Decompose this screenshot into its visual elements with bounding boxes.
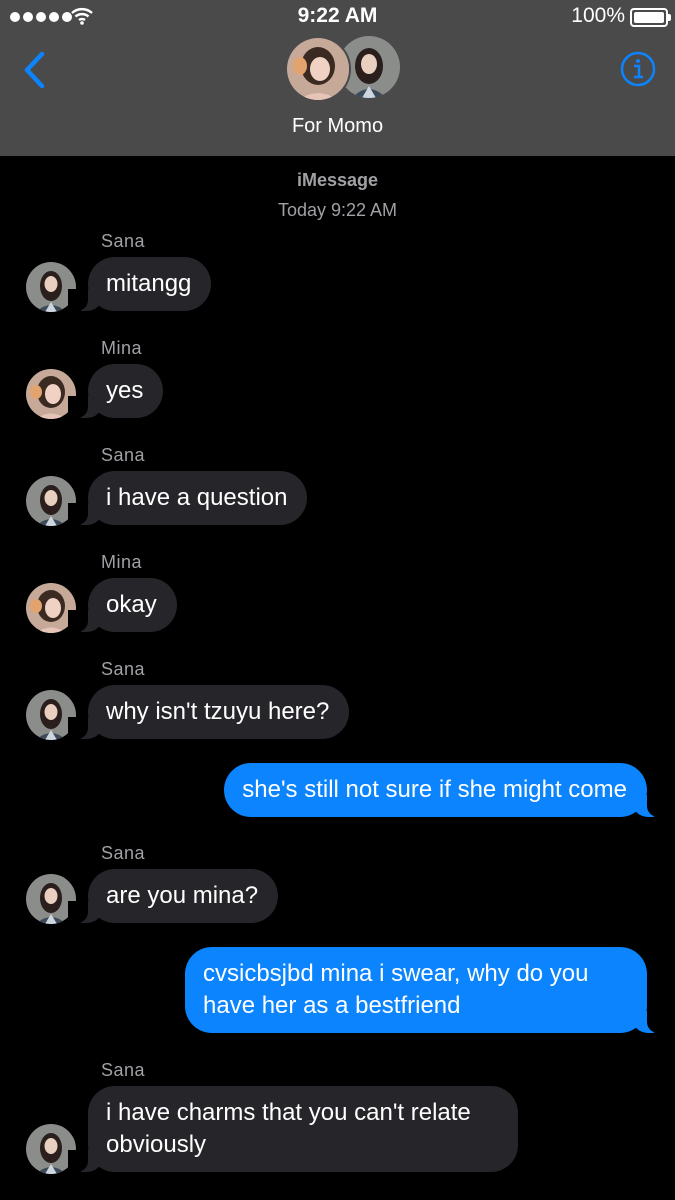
message-timestamp: Today 9:22 AM xyxy=(277,200,398,220)
info-icon[interactable] xyxy=(620,51,656,87)
conversation-title[interactable]: For Momo xyxy=(0,115,675,138)
incoming-message-bubble[interactable]: i have a question xyxy=(67,471,308,525)
status-bar: 9:22 AM 100% xyxy=(0,0,675,32)
back-chevron-icon[interactable] xyxy=(20,50,50,90)
incoming-message-bubble[interactable]: why isn't tzuyu here? xyxy=(67,685,350,739)
participant-avatar-mina[interactable] xyxy=(285,36,351,102)
sender-name: Sana xyxy=(101,231,146,251)
sender-name: Sana xyxy=(101,445,146,465)
outgoing-message-bubble[interactable]: she's still not sure if she might come xyxy=(224,763,667,817)
incoming-message-bubble[interactable]: are you mina? xyxy=(67,869,279,923)
incoming-message-bubble[interactable]: i have charms that you can't relate obvi… xyxy=(68,1086,518,1172)
battery-percentage: 100% xyxy=(571,4,625,27)
sender-name: Sana xyxy=(101,843,146,863)
sender-name: Sana xyxy=(101,1060,146,1080)
outgoing-message-bubble[interactable]: cvsicbsjbd mina i swear, why do you have… xyxy=(185,947,667,1033)
incoming-message-bubble[interactable]: yes xyxy=(67,364,164,418)
incoming-message-bubble[interactable]: mitangg xyxy=(67,257,212,311)
service-label: iMessage xyxy=(296,170,379,190)
sender-name: Mina xyxy=(101,338,143,358)
sender-name: Mina xyxy=(101,552,143,572)
conversation-header: 9:22 AM 100% For Momo xyxy=(0,0,675,156)
sender-name: Sana xyxy=(101,659,146,679)
incoming-message-bubble[interactable]: okay xyxy=(68,578,177,632)
battery-icon xyxy=(630,8,671,27)
